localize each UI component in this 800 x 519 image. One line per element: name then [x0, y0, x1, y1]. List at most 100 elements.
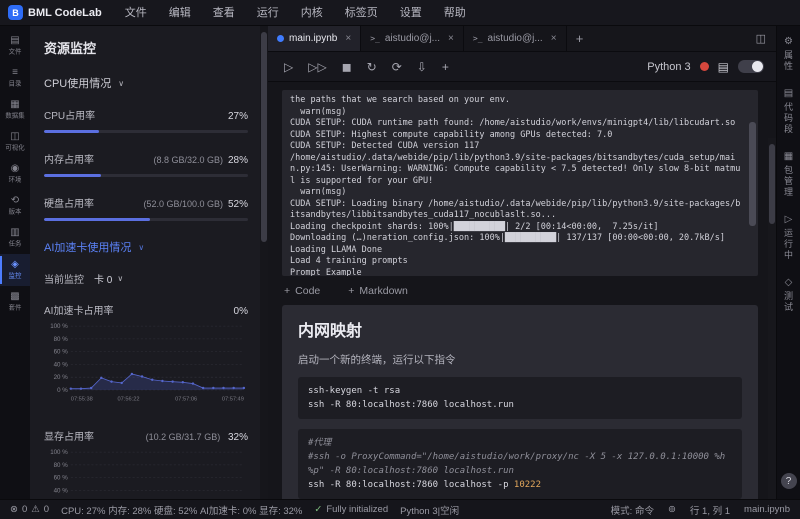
markdown-cell[interactable]: 内网映射 启动一个新的终端，运行以下指令 ssh-keygen -t rsa ss… [282, 305, 758, 499]
metric-progress-bar [44, 174, 248, 177]
activity-item-monitor[interactable]: ◈ 监控 [0, 254, 30, 286]
app-title: BML CodeLab [28, 6, 102, 19]
window-body: ▤ 文件 ≡ 目录 ▦ 数据集 ◫ 可视化 ◉ 环境 ⟲ 版本 ▥ 任务 ◈ 监控 ▩ 套件 资源监控 CPU使用… [0, 26, 800, 499]
error-count: 0 [21, 504, 28, 515]
toolbar-icons: ▷ ▷▷ ◼ ↻ ⟳ ⇩ + [284, 60, 449, 74]
activity-item-toc[interactable]: ≡ 目录 [0, 62, 30, 94]
toggle-switch[interactable] [738, 60, 764, 73]
new-tab-button[interactable]: + [567, 26, 593, 51]
svg-text:20 %: 20 % [54, 374, 69, 381]
notification-icon[interactable]: ⊚ [668, 504, 676, 515]
statusbar: ⊗ 0 ⚠ 0 CPU: 27% 内存: 28% 硬盘: 52% AI加速卡: … [0, 499, 800, 519]
split-editor-icon[interactable]: ◫ [756, 32, 766, 45]
gear-icon: ⚙ [784, 36, 793, 47]
svg-text:40 %: 40 % [54, 487, 69, 494]
svg-text:100 %: 100 % [50, 323, 68, 330]
right-panel-properties[interactable]: ⚙ 属性 [782, 36, 795, 72]
activity-item-version[interactable]: ⟲ 版本 [0, 190, 30, 222]
menu-item-6[interactable]: 设置 [389, 0, 433, 26]
gpu-usage-chart: 100 % 80 % 60 % 40 % 20 % 0 %07:55:38 07:56:22… [50, 323, 246, 402]
save-icon[interactable]: ⇩ [417, 60, 427, 74]
menu-item-1[interactable]: 编辑 [158, 0, 202, 26]
restart-kernel-icon[interactable]: ↻ [367, 60, 377, 74]
menu-item-0[interactable]: 文件 [114, 0, 158, 26]
menu-item-4[interactable]: 内核 [290, 0, 334, 26]
svg-text:0 %: 0 % [57, 387, 68, 394]
code-comment-line: #代理 [308, 438, 332, 448]
svg-text:07:56:22: 07:56:22 [117, 396, 139, 402]
panel-scrollbar[interactable] [260, 26, 268, 499]
right-panel-test[interactable]: ◇ 测试 [782, 277, 795, 313]
vram-usage-chart: 100 %80 %60 %40 %20 %0 %07:55:3807:56:22… [50, 449, 244, 494]
app-logo: B BML CodeLab [0, 5, 114, 20]
svg-text:40 %: 40 % [54, 361, 69, 368]
menu-item-5[interactable]: 标签页 [334, 0, 389, 26]
right-panel-snippets[interactable]: ▤ 代码段 [782, 88, 795, 135]
svg-text:07:55:38: 07:55:38 [71, 396, 93, 402]
activity-item-environment[interactable]: ◉ 环境 [0, 158, 30, 190]
scrollbar-thumb[interactable] [769, 144, 775, 224]
bml-logo-icon: B [8, 5, 23, 20]
resource-summary: CPU: 27% 内存: 28% 硬盘: 52% AI加速卡: 0% 显存: 3… [61, 505, 303, 517]
activity-item-tasks[interactable]: ▥ 任务 [0, 222, 30, 254]
menu-item-3[interactable]: 运行 [246, 0, 290, 26]
kernel-busy-indicator [699, 62, 709, 71]
tab-2[interactable]: >_ aistudio@j... × [463, 26, 567, 51]
menu-item-2[interactable]: 查看 [202, 0, 246, 26]
help-button[interactable]: ? [780, 473, 797, 489]
cpu-section-header[interactable]: CPU使用情况 ∨ [44, 75, 248, 91]
run-cell-icon[interactable]: ▷ [284, 60, 293, 74]
right-panel-running[interactable]: ▷ 运行中 [782, 214, 795, 261]
monitor-label: 当前监控 [44, 275, 84, 286]
menu-item-7[interactable]: 帮助 [433, 0, 477, 26]
output-scrollbar[interactable] [749, 94, 756, 272]
vram-row: 显存占用率 (10.2 GB/31.7 GB) 32% [44, 424, 248, 443]
tasks-icon: ▥ [10, 227, 20, 238]
svg-text:60 %: 60 % [54, 474, 69, 481]
activity-item-suite[interactable]: ▩ 套件 [0, 286, 30, 318]
scrollbar-thumb[interactable] [261, 32, 267, 242]
add-cell-icon[interactable]: + [442, 60, 449, 74]
scrollbar-thumb[interactable] [749, 122, 756, 226]
md-subtitle: 启动一个新的终端，运行以下指令 [298, 354, 456, 366]
metric-detail: (8.8 GB/32.0 GB) [153, 155, 223, 165]
terminal-icon: >_ [370, 34, 380, 43]
add-code-button[interactable]: + Code [284, 285, 320, 297]
cursor-position[interactable]: 行 1, 列 1 [690, 503, 730, 517]
metric-label: 硬盘占用率 [44, 199, 94, 210]
kernel-status[interactable]: Python 3|空闲 [400, 503, 459, 517]
editor-area: main.ipynb × >_ aistudio@j... × >_ aistudio@j.… [268, 26, 776, 499]
activity-item-dataset[interactable]: ▦ 数据集 [0, 94, 30, 126]
right-panel-label: 包管理 [783, 165, 793, 198]
tab-1[interactable]: >_ aistudio@j... × [361, 26, 464, 51]
metric-label: 内存占用率 [44, 155, 94, 166]
problems-indicator[interactable]: ⊗ 0 ⚠ 0 [10, 504, 49, 515]
kernel-name[interactable]: Python 3 [647, 61, 690, 73]
ai-section-label: AI加速卡使用情况 [44, 242, 132, 254]
svg-text:80 %: 80 % [54, 336, 69, 343]
mode-indicator[interactable]: 模式: 命令 [611, 503, 654, 517]
tab-label: aistudio@j... [384, 33, 441, 44]
version-icon: ⟲ [10, 195, 20, 206]
active-filename: main.ipynb [744, 504, 790, 515]
activity-item-visualization[interactable]: ◫ 可视化 [0, 126, 30, 158]
activity-item-files[interactable]: ▤ 文件 [0, 30, 30, 62]
init-status-label: Fully initialized [326, 504, 389, 515]
right-panel-packages[interactable]: ▦ 包管理 [782, 151, 795, 198]
editor-scrollbar[interactable] [768, 138, 776, 499]
tabbar: main.ipynb × >_ aistudio@j... × >_ aistudio@j.… [268, 26, 776, 52]
restart-run-all-icon[interactable]: ⟳ [392, 60, 402, 74]
interrupt-kernel-icon[interactable]: ◼ [342, 60, 352, 74]
add-markdown-button[interactable]: + Markdown [348, 285, 408, 297]
dataset-icon: ▦ [10, 99, 20, 110]
close-icon[interactable]: × [551, 33, 557, 44]
card-select[interactable]: 卡 0 ∨ [94, 271, 123, 286]
close-icon[interactable]: × [448, 33, 454, 44]
ai-section-header[interactable]: AI加速卡使用情况 ∨ [44, 239, 248, 255]
run-all-icon[interactable]: ▷▷ [308, 60, 326, 74]
log-icon[interactable]: ▤ [718, 60, 729, 74]
tab-0[interactable]: main.ipynb × [268, 26, 362, 51]
close-icon[interactable]: × [345, 33, 351, 44]
metric-progress-bar [44, 130, 248, 133]
terminal-icon: >_ [472, 34, 483, 43]
